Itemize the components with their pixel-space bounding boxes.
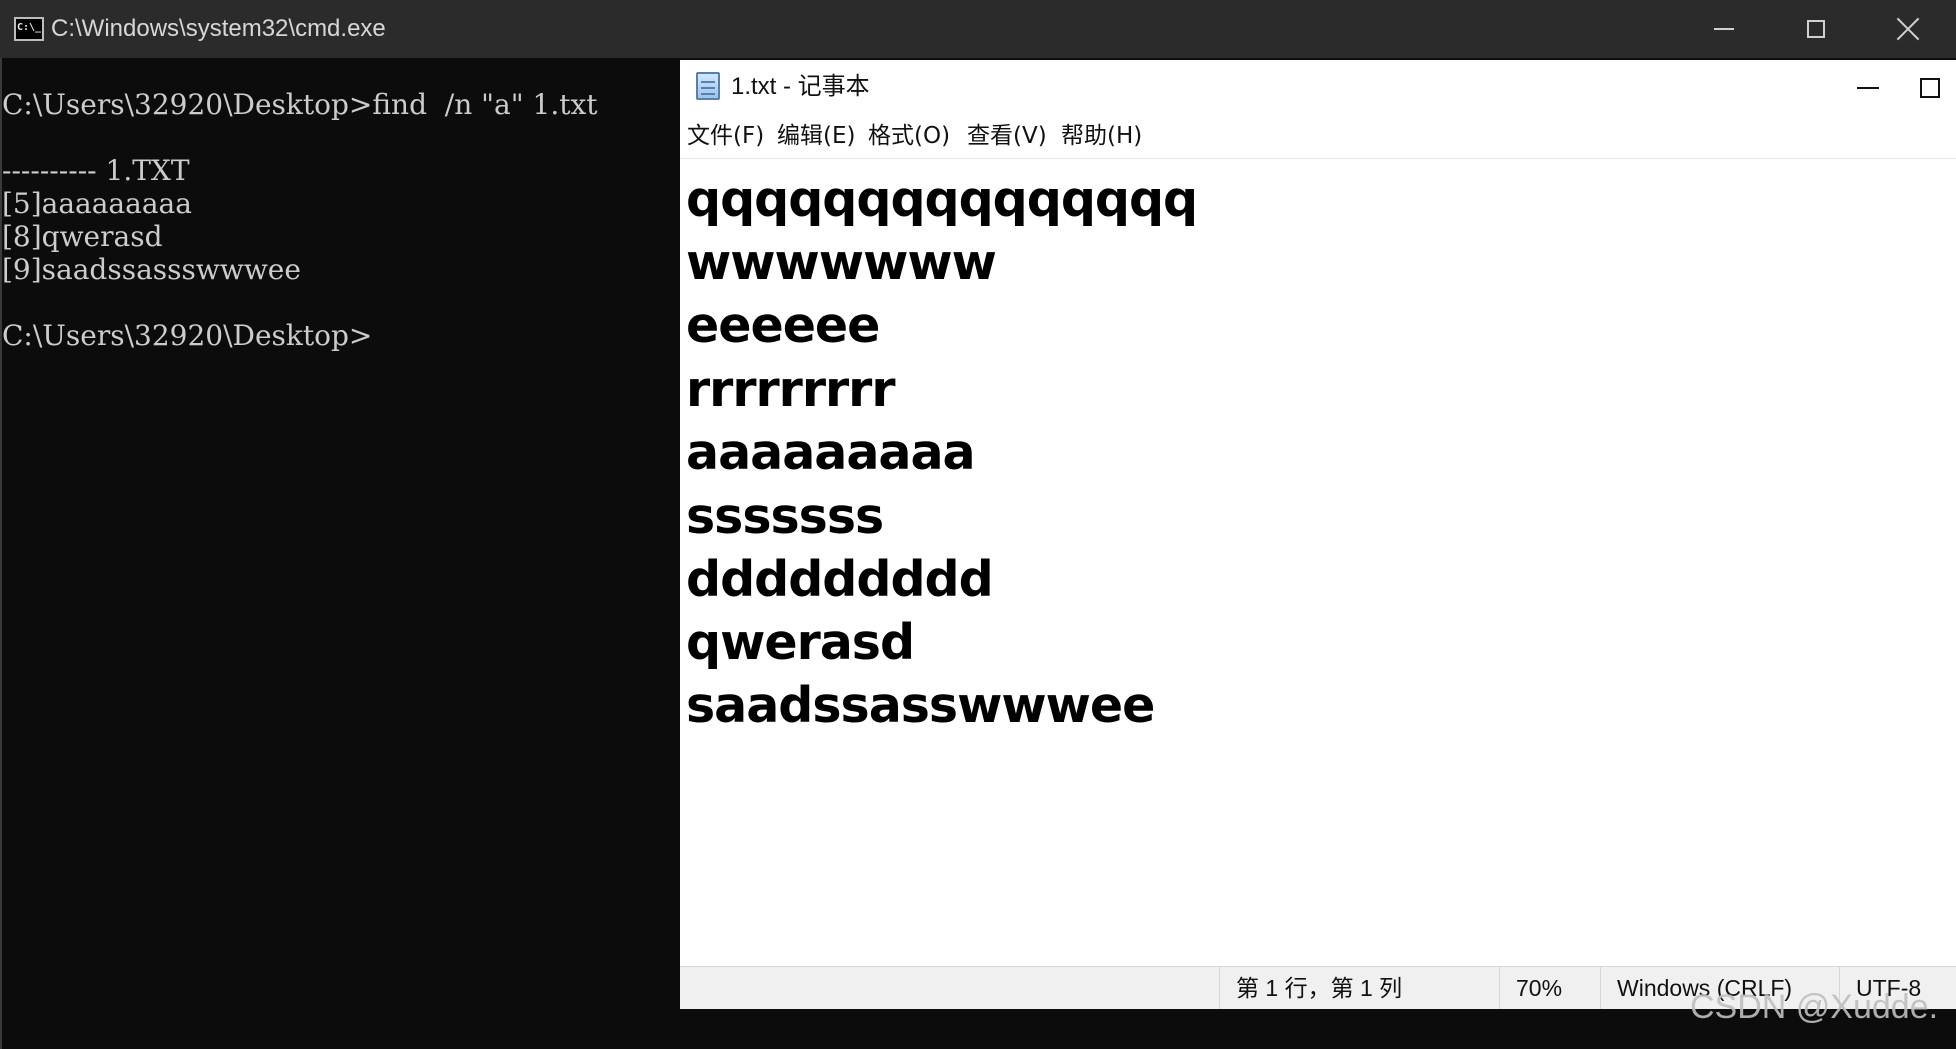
maximize-icon (1920, 78, 1940, 98)
text-line: wwwwwww (686, 234, 997, 291)
text-line: sssssss (686, 488, 884, 545)
notepad-titlebar[interactable]: 1.txt - 记事本 (680, 60, 1956, 114)
console-line-result: [8]qwerasd (2, 220, 163, 253)
cmd-close-button[interactable] (1862, 0, 1954, 58)
cmd-window-title: C:\Windows\system32\cmd.exe (51, 15, 386, 42)
notepad-app-icon[interactable] (696, 72, 720, 100)
text-line: saadssasswwwee (686, 677, 1155, 734)
cmd-console-output[interactable]: C:\Users\32920\Desktop>find /n "a" 1.txt… (0, 58, 680, 1049)
cmd-maximize-button[interactable] (1770, 0, 1862, 58)
notepad-text-area[interactable]: qqqqqqqqqqqqqqq wwwwwww eeeeee rrrrrrrrr… (680, 159, 1956, 966)
text-line: eeeeee (686, 297, 880, 354)
menu-format[interactable]: 格式(O) (868, 114, 950, 158)
cmd-minimize-button[interactable] (1678, 0, 1770, 58)
notepad-menubar: 文件(F) 编辑(E) 格式(O) 查看(V) 帮助(H) (680, 114, 1956, 159)
console-line-prompt[interactable]: C:\Users\32920\Desktop> (2, 319, 372, 352)
zoom-level: 70% (1499, 967, 1600, 1009)
console-line-result: [5]aaaaaaaaa (2, 187, 192, 220)
maximize-icon (1807, 20, 1825, 38)
text-line: qwerasd (686, 614, 915, 671)
menu-file[interactable]: 文件(F) (687, 114, 764, 158)
menu-help[interactable]: 帮助(H) (1061, 114, 1142, 158)
text-line: ddddddddd (686, 551, 994, 608)
close-icon (1896, 17, 1920, 41)
notepad-maximize-button[interactable] (1920, 74, 1956, 102)
menu-view[interactable]: 查看(V) (967, 114, 1047, 158)
minimize-icon (1857, 87, 1879, 89)
console-line-command: C:\Users\32920\Desktop>find /n "a" 1.txt (2, 88, 598, 121)
console-line-result: [9]saadssassswwwee (2, 253, 301, 286)
text-line: aaaaaaaaa (686, 424, 976, 481)
notepad-window[interactable]: 1.txt - 记事本 文件(F) 编辑(E) 格式(O) 查看(V) 帮助(H… (680, 60, 1956, 1009)
text-line: qqqqqqqqqqqqqqq (686, 171, 1198, 228)
watermark: CSDN @Xudde. (1690, 988, 1939, 1026)
cmd-app-icon[interactable]: C:\_ (14, 17, 44, 41)
cmd-titlebar[interactable]: C:\_ C:\Windows\system32\cmd.exe (0, 0, 1956, 58)
text-line: rrrrrrrrr (686, 361, 895, 418)
notepad-window-title: 1.txt - 记事本 (731, 73, 870, 100)
notepad-minimize-button[interactable] (1838, 74, 1898, 102)
menu-edit[interactable]: 编辑(E) (777, 114, 855, 158)
console-line-file-header: ---------- 1.TXT (2, 154, 190, 187)
cursor-position: 第 1 行，第 1 列 (1219, 967, 1499, 1009)
minimize-icon (1714, 28, 1734, 30)
